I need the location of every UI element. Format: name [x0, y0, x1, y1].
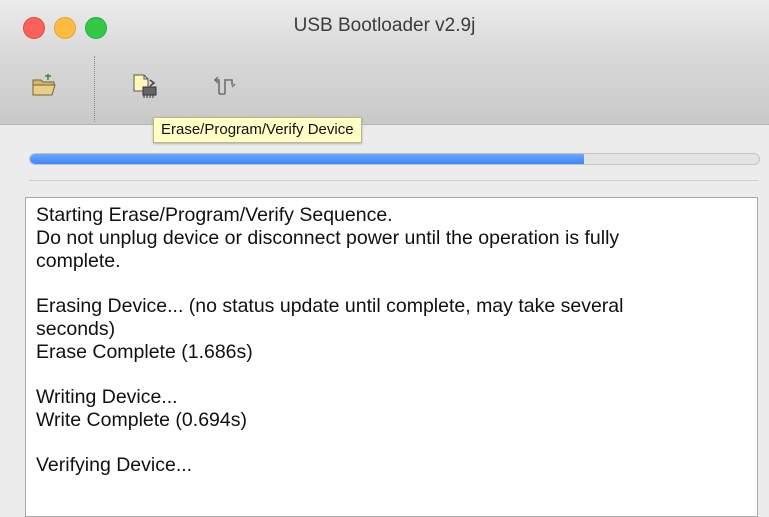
log-blank-line: [36, 273, 747, 295]
log-line: Write Complete (0.694s): [36, 409, 247, 431]
bootloader-window: USB Bootloader v2.9j Erase/Program/Verif…: [0, 0, 769, 517]
log-line: Writing Device...: [36, 386, 178, 408]
toolbar: [0, 54, 769, 125]
log-line: seconds): [36, 318, 116, 340]
tooltip: Erase/Program/Verify Device: [153, 117, 362, 143]
log-blank-line: [36, 364, 747, 386]
reset-device-icon: [214, 76, 236, 95]
log-line: Starting Erase/Program/Verify Sequence.: [36, 204, 393, 226]
log-line: Erasing Device... (no status update unti…: [36, 295, 624, 317]
open-folder-icon: [32, 74, 56, 96]
log-line: Do not unplug device or disconnect power…: [36, 227, 620, 249]
progress-bar: [29, 153, 760, 165]
log-line: Erase Complete (1.686s): [36, 341, 253, 363]
log-blank-line: [36, 432, 747, 454]
log-line: complete.: [36, 250, 121, 272]
window-title: USB Bootloader v2.9j: [293, 15, 476, 36]
log-line: Verifying Device...: [36, 454, 193, 476]
erase-program-verify-icon: [133, 74, 157, 98]
reset-device-button[interactable]: [208, 70, 242, 102]
open-file-button[interactable]: [28, 70, 62, 102]
divider: [29, 180, 758, 181]
progress-bar-fill: [30, 154, 585, 164]
toolbar-separator: [94, 56, 95, 122]
status-log[interactable]: Starting Erase/Program/Verify Sequence. …: [25, 197, 758, 517]
title-bar[interactable]: USB Bootloader v2.9j: [0, 0, 769, 54]
erase-program-verify-button[interactable]: [128, 70, 162, 102]
